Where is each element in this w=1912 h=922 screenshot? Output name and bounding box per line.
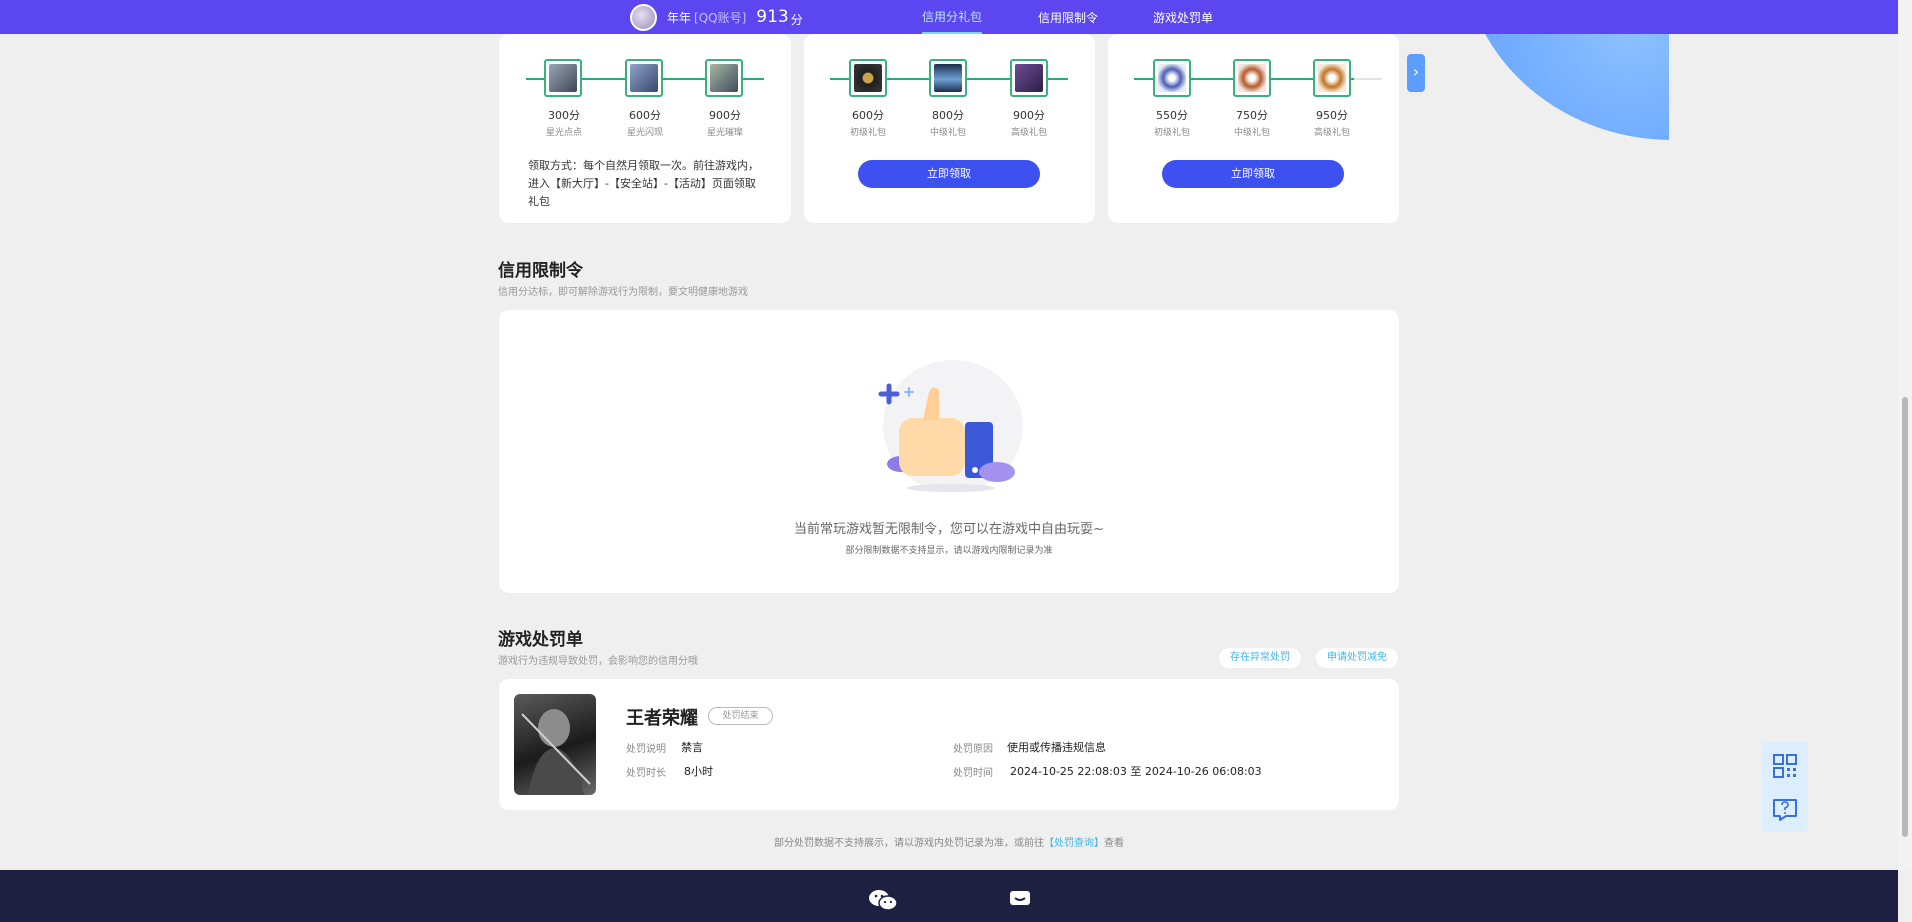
gift-card-level: 600分 初级礼包 800分 中级礼包 900分 高级礼包 立即领取 [804, 34, 1095, 223]
gift-icon-2[interactable] [1233, 59, 1271, 97]
time-value: 2024-10-25 22:08:03 至 2024-10-26 06:08:0… [1010, 765, 1262, 778]
restriction-title: 信用限制令 [498, 261, 583, 281]
chevron-right-icon: › [1412, 62, 1420, 81]
gift-score: 950分 [1316, 109, 1348, 122]
gift-label-2: 750分 中级礼包 [1212, 107, 1292, 138]
help-chat-icon [1773, 799, 1797, 821]
credit-score: 913 [756, 7, 789, 27]
punishment-subtitle: 游戏行为违规导致处罚，会影响您的信用分哦 [498, 656, 698, 667]
side-toolbar [1762, 742, 1808, 832]
duration-label: 处罚时长 [626, 768, 666, 779]
reason-label: 处罚原因 [953, 744, 993, 755]
user-name: 年年 [667, 10, 692, 25]
gift-label-3: 900分 星光璀璨 [685, 107, 765, 138]
game-name: 王者荣耀 [626, 708, 698, 729]
gift-label-2: 800分 中级礼包 [908, 107, 988, 138]
gift-name: 初级礼包 [849, 128, 886, 138]
claim-button[interactable]: 立即领取 [858, 160, 1040, 188]
gift-label-2: 600分 星光闪现 [605, 107, 685, 138]
restriction-subtitle: 信用分达标，即可解除游戏行为限制，要文明健康地游戏 [498, 287, 748, 298]
gift-icon-3[interactable] [1010, 59, 1048, 97]
gift-name: 中级礼包 [929, 128, 966, 138]
gift-icon-3[interactable] [1313, 59, 1351, 97]
gift-score: 900分 [709, 109, 741, 122]
carousel-next-button[interactable]: › [1407, 54, 1425, 92]
game-cover-image [514, 694, 596, 795]
time-label: 处罚时间 [953, 768, 993, 779]
gift-name: 初级礼包 [1153, 128, 1190, 138]
gift-icon-1[interactable] [1153, 59, 1191, 97]
gift-name: 高级礼包 [1313, 128, 1350, 138]
page-footer [0, 870, 1898, 922]
gift-icon-2[interactable] [625, 59, 663, 97]
top-navigation-bar: 年年 [QQ账号] 913 分 信用分礼包 信用限制令 游戏处罚单 [0, 0, 1912, 34]
gift-score: 900分 [1013, 109, 1045, 122]
gift-score: 600分 [629, 109, 661, 122]
gift-icon-1[interactable] [544, 59, 582, 97]
restriction-panel: 当前常玩游戏暂无限制令，您可以在游戏中自由玩耍~ 部分限制数据不支持显示，请以游… [499, 310, 1399, 593]
duration-value: 8小时 [684, 765, 713, 778]
gift-name: 星光璀璨 [706, 128, 743, 138]
gift-score: 550分 [1156, 109, 1188, 122]
status-badge: 处罚结束 [708, 707, 773, 725]
gift-score: 600分 [852, 109, 884, 122]
claim-button[interactable]: 立即领取 [1162, 160, 1344, 188]
gift-label-3: 900分 高级礼包 [989, 107, 1069, 138]
punishment-title: 游戏处罚单 [498, 630, 583, 650]
credit-score-unit: 分 [790, 12, 803, 27]
tab-restriction[interactable]: 信用限制令 [1038, 0, 1098, 34]
abnormal-punishment-button[interactable]: 存在异常处罚 [1219, 648, 1301, 668]
gift-label-1: 600分 初级礼包 [828, 107, 908, 138]
footnote-suffix: 查看 [1104, 838, 1124, 849]
progress-track-remaining [1354, 78, 1382, 80]
gift-name: 高级礼包 [1010, 128, 1047, 138]
scrollbar-thumb[interactable] [1902, 397, 1908, 837]
qrcode-icon [1773, 754, 1797, 778]
claim-method-text: 领取方式：每个自然月领取一次。前往游戏内，进入【新大厅】-【安全站】-【活动】页… [528, 159, 759, 208]
gift-score: 300分 [548, 109, 580, 122]
gift-name: 星光点点 [545, 128, 582, 138]
tab-punishment[interactable]: 游戏处罚单 [1153, 0, 1213, 34]
apply-reduction-button[interactable]: 申请处罚减免 [1316, 648, 1398, 668]
desc-value: 禁言 [681, 741, 703, 754]
gift-icon-2[interactable] [929, 59, 967, 97]
gift-name: 中级礼包 [1233, 128, 1270, 138]
punishment-footnote: 部分处罚数据不支持展示，请以游戏内处罚记录为准，或前往【处罚查询】查看 [499, 834, 1399, 849]
gift-icon-3[interactable] [705, 59, 743, 97]
user-info: 年年 [QQ账号] 913 分 [630, 3, 803, 31]
help-button[interactable] [1762, 788, 1808, 832]
gift-label-3: 950分 高级礼包 [1292, 107, 1372, 138]
gift-card-tier: 550分 初级礼包 750分 中级礼包 950分 高级礼包 立即领取 [1108, 34, 1399, 223]
page-scrollbar[interactable] [1898, 0, 1912, 870]
tab-credit-gift[interactable]: 信用分礼包 [922, 0, 983, 34]
qrcode-button[interactable] [1762, 744, 1808, 788]
empty-state-note: 部分限制数据不支持显示，请以游戏内限制记录为准 [845, 546, 1053, 556]
avatar[interactable] [630, 3, 657, 31]
footnote-text: 部分处罚数据不支持展示，请以游戏内处罚记录为准，或前往 [774, 838, 1044, 849]
gift-name: 星光闪现 [626, 128, 663, 138]
hero-portrait-icon [521, 709, 591, 795]
message-icon[interactable] [1008, 890, 1032, 910]
empty-state-message: 当前常玩游戏暂无限制令，您可以在游戏中自由玩耍~ [794, 522, 1104, 537]
wechat-icon[interactable] [868, 888, 898, 912]
thumbs-up-illustration [878, 360, 1023, 492]
reason-value: 使用或传播违规信息 [1007, 741, 1106, 754]
punishment-query-link[interactable]: 【处罚查询】 [1044, 838, 1104, 849]
gift-label-1: 550分 初级礼包 [1132, 107, 1212, 138]
gift-icon-1[interactable] [849, 59, 887, 97]
account-type: [QQ账号] [694, 10, 747, 25]
gift-score: 750分 [1236, 109, 1268, 122]
gift-score: 800分 [932, 109, 964, 122]
gift-label-1: 300分 星光点点 [524, 107, 604, 138]
desc-label: 处罚说明 [626, 744, 666, 755]
